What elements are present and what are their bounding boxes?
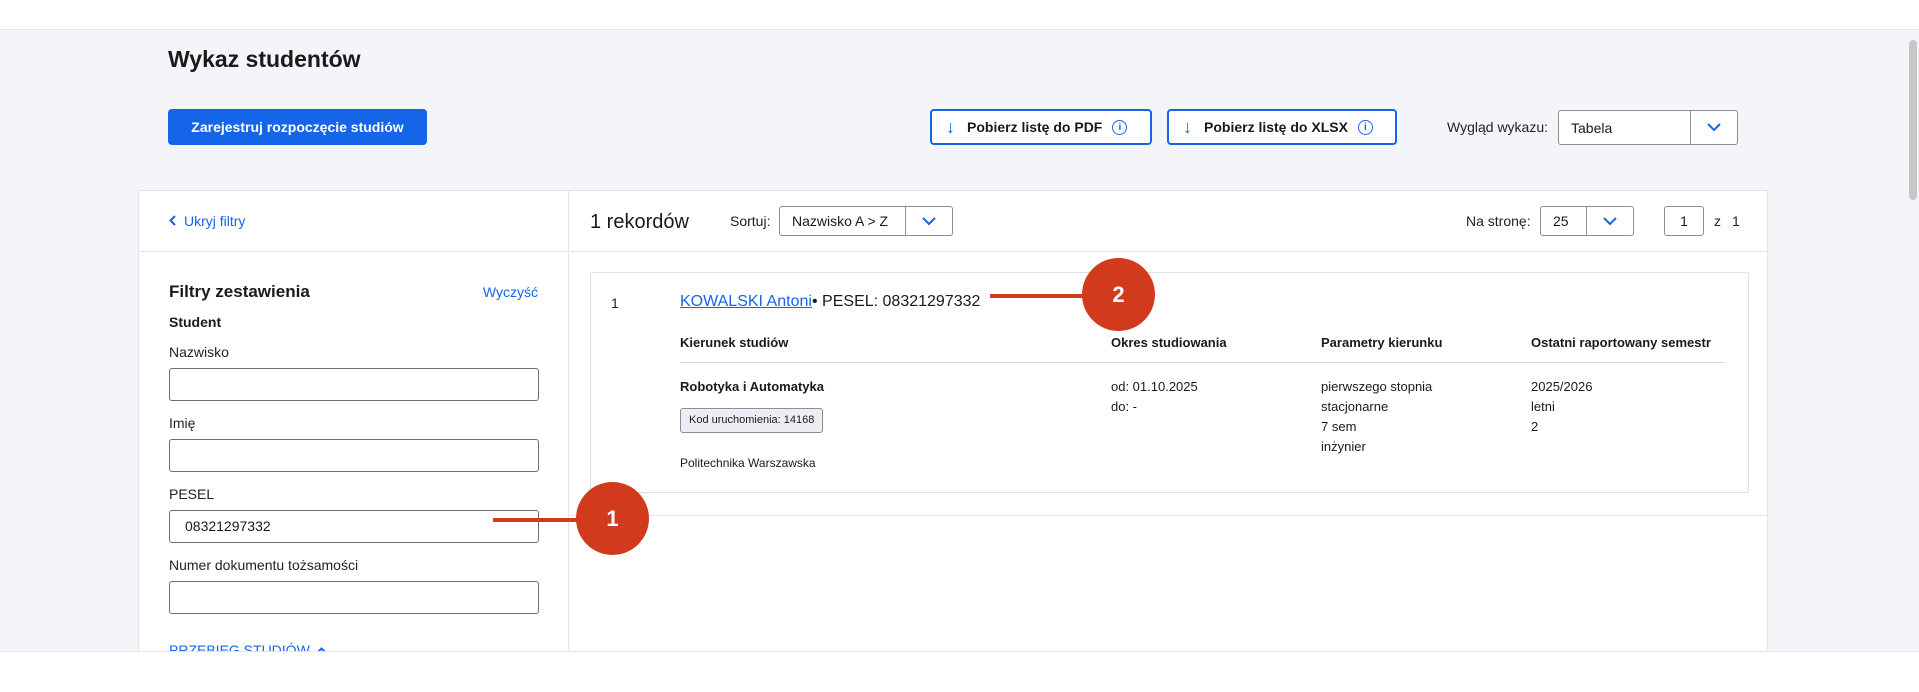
download-xlsx-button[interactable]: ↓ Pobierz listę do XLSX i (1167, 109, 1397, 145)
kierunek-value: Robotyka i Automatyka (680, 379, 824, 394)
firstname-input[interactable] (169, 439, 539, 472)
records-count: 1 rekordów (590, 211, 689, 233)
semestr-typ: letni (1531, 399, 1555, 414)
header-parametry: Parametry kierunku (1321, 335, 1443, 350)
document-number-label: Numer dokumentu tożsamości (169, 557, 359, 573)
download-arrow-icon: ↓ (1183, 116, 1192, 137)
student-name-link[interactable]: KOWALSKI Antoni (680, 293, 812, 311)
chevron-down-icon (1586, 207, 1633, 235)
results-area: 1 rekordów Sortuj: Nazwisko A > Z Na str… (570, 191, 1767, 651)
firstname-label: Imię (169, 415, 196, 431)
download-xlsx-label: Pobierz listę do XLSX (1204, 119, 1348, 135)
download-pdf-label: Pobierz listę do PDF (967, 119, 1103, 135)
semestr-numer: 2 (1531, 419, 1539, 434)
per-page-select[interactable]: 25 (1540, 206, 1634, 236)
param-tytul: inżynier (1321, 439, 1366, 454)
hide-filters-link[interactable]: Ukryj filtry (139, 191, 568, 252)
callout-1-line (493, 518, 579, 522)
chevron-down-icon (905, 207, 952, 235)
page-title: Wykaz studentów (168, 46, 361, 72)
record-index: 1 (611, 295, 619, 311)
filters-form: Filtry zestawienia Wyczyść Student Nazwi… (139, 252, 568, 652)
kod-uruchomienia-badge: Kod uruchomienia: 14168 (680, 408, 824, 433)
hide-filters-label: Ukryj filtry (184, 213, 246, 229)
download-arrow-icon: ↓ (946, 116, 955, 137)
header-okres: Okres studiowania (1111, 335, 1227, 350)
app-window: Wykaz studentów Zarejestruj rozpoczęcie … (0, 29, 1919, 652)
callout-1-marker: 1 (576, 482, 649, 555)
per-page-value: 25 (1553, 213, 1569, 229)
callout-2-line (990, 294, 1086, 298)
sort-select[interactable]: Nazwisko A > Z (779, 206, 953, 236)
clear-filters-link[interactable]: Wyczyść (483, 284, 538, 300)
scrollbar[interactable] (1909, 40, 1917, 200)
study-progress-toggle[interactable]: PRZEBIEG STUDIÓW (169, 642, 538, 652)
chevron-down-icon (1690, 111, 1737, 144)
okres-do: do: - (1111, 399, 1138, 414)
info-icon[interactable]: i (1112, 119, 1128, 135)
per-page-label: Na stronę: (1466, 213, 1531, 229)
sort-value: Nazwisko A > Z (792, 213, 889, 229)
download-pdf-button[interactable]: ↓ Pobierz listę do PDF i (930, 109, 1152, 145)
results-toolbar: 1 rekordów Sortuj: Nazwisko A > Z Na str… (570, 191, 1767, 252)
page-number-input[interactable]: 1 (1664, 206, 1704, 236)
sort-label: Sortuj: (730, 213, 771, 229)
param-stopien: pierwszego stopnia (1321, 379, 1433, 394)
view-mode-value: Tabela (1571, 119, 1613, 136)
view-mode-label: Wygląd wykazu: (1447, 119, 1549, 135)
student-pesel: • PESEL: 08321297332 (812, 293, 981, 310)
student-section-label: Student (169, 314, 222, 330)
page-total: 1 (1732, 213, 1740, 229)
chevron-up-icon (316, 643, 327, 651)
surname-input[interactable] (169, 368, 539, 401)
results-panel: Ukryj filtry Filtry zestawienia Wyczyść … (138, 190, 1768, 652)
semestr-rok: 2025/2026 (1531, 379, 1593, 394)
student-record-card: 1 KOWALSKI Antoni • PESEL: 08321297332 K… (590, 272, 1749, 493)
page-of-label: z (1714, 213, 1721, 229)
header-semestr: Ostatni raportowany semestr (1531, 335, 1711, 350)
pesel-label: PESEL (169, 486, 215, 502)
surname-label: Nazwisko (169, 344, 229, 360)
param-semestry: 7 sem (1321, 419, 1357, 434)
filters-sidebar: Ukryj filtry Filtry zestawienia Wyczyść … (139, 191, 569, 652)
header-kierunek: Kierunek studiów (680, 335, 789, 350)
uczelnia-value: Politechnika Warszawska (680, 456, 816, 470)
register-start-button[interactable]: Zarejestruj rozpoczęcie studiów (168, 109, 427, 145)
param-forma: stacjonarne (1321, 399, 1389, 414)
info-icon[interactable]: i (1357, 119, 1373, 135)
document-number-input[interactable] (169, 581, 539, 614)
results-divider (570, 515, 1767, 516)
view-mode-select[interactable]: Tabela (1558, 110, 1738, 145)
header-divider (680, 362, 1725, 363)
study-progress-label: PRZEBIEG STUDIÓW (169, 642, 310, 652)
chevron-left-icon (169, 213, 176, 229)
callout-2-marker: 2 (1082, 258, 1155, 331)
okres-od: od: 01.10.2025 (1111, 379, 1198, 394)
pesel-input[interactable]: 08321297332 (169, 510, 539, 543)
